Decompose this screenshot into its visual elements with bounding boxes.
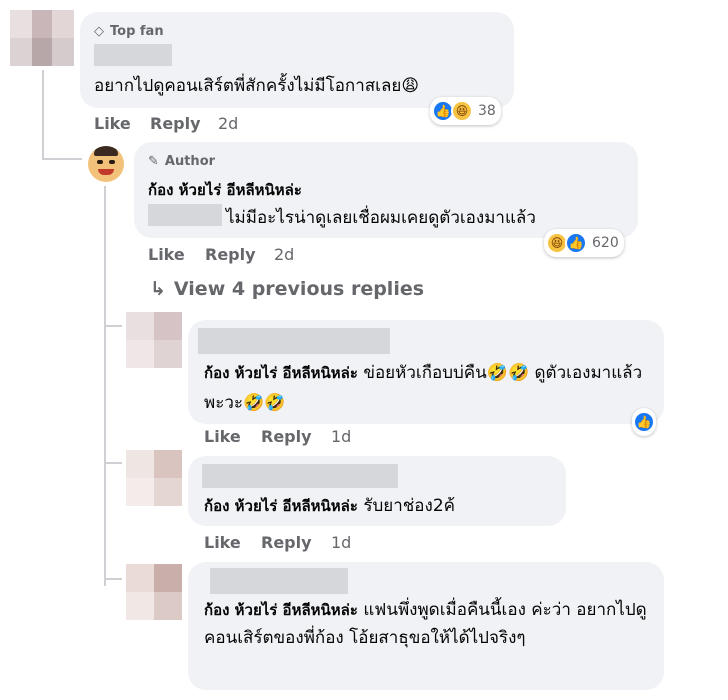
pencil-icon: ✎	[148, 154, 159, 169]
timestamp[interactable]: 2d	[218, 114, 238, 133]
avatar[interactable]	[126, 564, 182, 620]
reply-bubble: ก้อง ห้วยไร่ อีหลีหนิหล่ะ รับยาช่อง2ค้	[188, 456, 566, 526]
thread-line	[42, 70, 44, 160]
mention-redacted[interactable]	[148, 204, 222, 226]
timestamp[interactable]: 1d	[331, 427, 351, 446]
author-name-redacted[interactable]	[210, 568, 348, 594]
author-comment-bubble: ✎ Author ก้อง ห้วยไร่ อีหลีหนิหล่ะ ไม่มี…	[134, 142, 638, 238]
like-button[interactable]: Like	[204, 533, 241, 552]
haha-reaction-icon: 😆	[451, 100, 473, 122]
reply-button[interactable]: Reply	[261, 427, 312, 446]
comment-text: อยากไปดูคอนเสิร์ตพี่สักครั้งไม่มีโอกาสเล…	[94, 76, 420, 96]
like-reaction-icon: 👍	[633, 411, 655, 433]
reply-arrow-icon: ↳	[150, 278, 166, 300]
reaction-summary[interactable]: 😆 👍 620	[544, 229, 624, 257]
author-name-redacted[interactable]	[202, 464, 398, 488]
comment-text: ไม่มีอะไรน่าดูเลยเชื่อผมเคยดูตัวเองมาแล้…	[226, 208, 536, 228]
top-fan-badge[interactable]: ◇ Top fan	[94, 24, 164, 39]
like-reaction-icon: 👍	[565, 232, 587, 254]
reaction-count: 620	[592, 235, 619, 251]
mention-tag[interactable]: ก้อง ห้วยไร่ อีหลีหนิหล่ะ	[204, 601, 358, 619]
thread-line	[104, 186, 106, 586]
like-button[interactable]: Like	[148, 245, 185, 264]
timestamp[interactable]: 1d	[331, 533, 351, 552]
thread-line-branch	[104, 325, 122, 327]
reply-button[interactable]: Reply	[150, 114, 201, 133]
author-name-redacted[interactable]	[94, 44, 172, 66]
reply-button[interactable]: Reply	[261, 533, 312, 552]
view-previous-replies-link[interactable]: ↳ View 4 previous replies	[150, 278, 424, 300]
reaction-count: 38	[478, 103, 496, 119]
reply-bubble: ก้อง ห้วยไร่ อีหลีหนิหล่ะ ข่อยหัวเกือบบ่…	[188, 320, 664, 424]
like-button[interactable]: Like	[204, 427, 241, 446]
like-button[interactable]: Like	[94, 114, 131, 133]
reply-text: ก้อง ห้วยไร่ อีหลีหนิหล่ะ รับยาช่อง2ค้	[204, 496, 456, 516]
comment-bubble: ◇ Top fan อยากไปดูคอนเสิร์ตพี่สักครั้งไม…	[80, 12, 514, 108]
reply-button[interactable]: Reply	[205, 245, 256, 264]
timestamp[interactable]: 2d	[274, 245, 294, 264]
avatar[interactable]	[10, 10, 74, 66]
reply-text: ก้อง ห้วยไร่ อีหลีหนิหล่ะ แฟนพึ่งพูดเมื่…	[204, 600, 647, 648]
reaction-summary[interactable]: 👍 😆 38	[430, 97, 501, 125]
diamond-icon: ◇	[94, 24, 104, 39]
author-badge[interactable]: ✎ Author	[148, 154, 215, 169]
avatar[interactable]	[126, 450, 182, 506]
reply-bubble: ก้อง ห้วยไร่ อีหลีหนิหล่ะ แฟนพึ่งพูดเมื่…	[188, 562, 664, 690]
thread-line-branch	[104, 462, 122, 464]
thread-line-branch	[104, 578, 122, 580]
author-name-redacted[interactable]	[198, 328, 390, 354]
avatar[interactable]	[126, 312, 182, 368]
author-avatar[interactable]	[88, 146, 124, 182]
author-name[interactable]: ก้อง ห้วยไร่ อีหลีหนิหล่ะ	[148, 178, 302, 202]
mention-tag[interactable]: ก้อง ห้วยไร่ อีหลีหนิหล่ะ	[204, 497, 358, 515]
thread-line-curve	[42, 158, 82, 160]
reaction-summary[interactable]: 👍	[632, 408, 656, 436]
mention-tag[interactable]: ก้อง ห้วยไร่ อีหลีหนิหล่ะ	[204, 364, 358, 382]
reply-text: ก้อง ห้วยไร่ อีหลีหนิหล่ะ ข่อยหัวเกือบบ่…	[204, 363, 643, 413]
